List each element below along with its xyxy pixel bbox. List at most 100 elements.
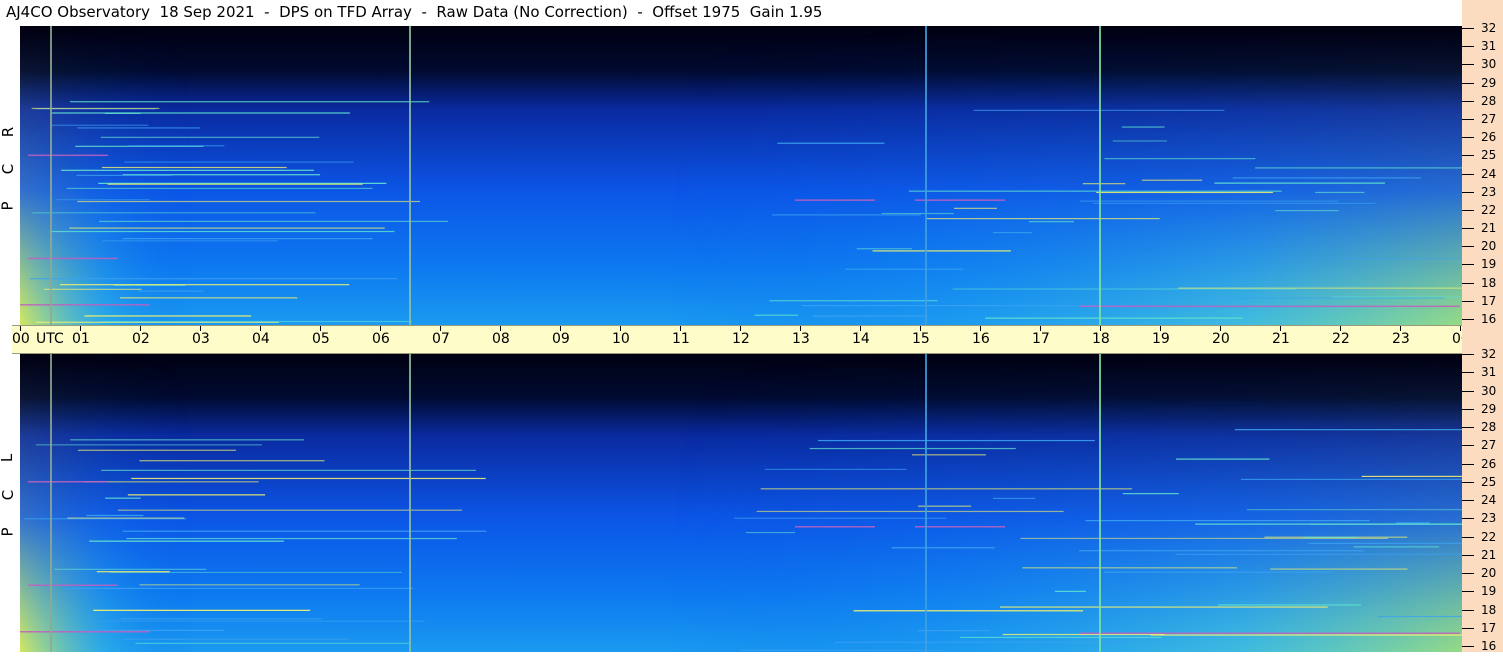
interference-line <box>754 314 799 316</box>
strong-signal-line <box>915 199 1005 201</box>
interference-line <box>817 439 1095 442</box>
time-tick-mark <box>1460 326 1461 331</box>
interference-line <box>1002 633 1166 636</box>
strong-signal-line <box>1080 305 1460 308</box>
interference-line <box>61 169 314 171</box>
freq-tick-mark <box>1462 536 1474 538</box>
interference-line <box>35 444 263 446</box>
time-tick-mark <box>920 326 921 331</box>
freq-tick-label: 25 <box>1481 474 1497 489</box>
time-tick-label: 12 <box>732 331 750 347</box>
freq-tick-label: 28 <box>1481 93 1497 108</box>
interference-line <box>1353 546 1440 548</box>
time-tick-mark <box>680 326 681 331</box>
interference-line <box>1079 200 1340 202</box>
freq-tick-mark <box>1462 554 1474 556</box>
freq-tick-label: 24 <box>1481 493 1497 507</box>
interference-line <box>760 488 1133 490</box>
freq-tick-label: 21 <box>1481 547 1497 562</box>
interference-line <box>1175 553 1462 555</box>
time-tick-mark <box>740 326 741 331</box>
freq-tick-label: 26 <box>1481 456 1497 471</box>
interference-line <box>741 649 944 652</box>
interference-line <box>1082 183 1126 185</box>
interference-line <box>77 200 420 203</box>
freq-tick-label: 23 <box>1481 511 1497 526</box>
interference-line <box>120 297 298 299</box>
polarization-letter: P <box>0 201 17 211</box>
freq-tick-label: 27 <box>1481 111 1497 126</box>
interference-line <box>89 540 284 542</box>
interference-line <box>101 320 412 323</box>
interference-line <box>973 109 1225 111</box>
interference-line <box>777 142 885 144</box>
time-tick-label: 15 <box>912 331 930 347</box>
time-tick-mark <box>560 326 561 331</box>
vertical-interference-line <box>1099 352 1101 652</box>
interference-line <box>1122 493 1179 495</box>
freq-tick-mark <box>1462 28 1474 29</box>
interference-line <box>1028 221 1075 223</box>
freq-tick-mark <box>1462 354 1474 355</box>
interference-line <box>76 174 173 176</box>
interference-line <box>60 284 350 286</box>
freq-tick-mark <box>1462 228 1474 230</box>
freq-tick-mark <box>1462 64 1474 66</box>
freq-tick-label: 21 <box>1481 221 1497 236</box>
interference-line <box>1000 606 1328 608</box>
interference-line <box>960 636 1162 639</box>
interference-line <box>127 145 225 147</box>
interference-line <box>126 537 457 540</box>
time-axis: 00 UTC 01 02 03 04 05 06 07 08 09 10 11 12 13 14 15 16 17 1… <box>12 325 1502 354</box>
interference-line <box>912 454 986 456</box>
freq-tick-label: 18 <box>1481 275 1497 290</box>
interference-line <box>96 571 170 573</box>
polarization-letter: C <box>0 163 18 175</box>
interference-line <box>1395 522 1430 524</box>
time-tick-mark <box>800 326 801 331</box>
freq-tick-label: 32 <box>1481 347 1497 361</box>
interference-line <box>30 278 398 280</box>
interference-line <box>101 469 477 471</box>
interference-line <box>1218 604 1361 606</box>
interference-line <box>54 568 207 570</box>
freq-tick-mark <box>1462 646 1474 647</box>
time-tick-mark <box>20 326 21 331</box>
interference-line <box>1020 537 1388 540</box>
time-tick-label: 13 <box>792 331 810 347</box>
interference-line <box>1377 615 1462 618</box>
interference-line <box>1308 542 1462 544</box>
vertical-interference-line <box>409 26 411 325</box>
interference-line <box>100 136 320 138</box>
interference-line <box>1112 140 1167 142</box>
interference-line <box>812 315 929 317</box>
interference-line <box>1361 475 1462 478</box>
time-tick-label: 08 <box>492 331 510 347</box>
interference-line <box>1054 590 1086 592</box>
interference-line <box>926 218 1160 220</box>
freq-tick-mark <box>1462 246 1474 248</box>
interference-line <box>43 288 142 290</box>
freq-tick-label: 26 <box>1481 130 1497 145</box>
freq-tick-mark <box>1462 209 1474 211</box>
freq-tick-label: 27 <box>1481 438 1497 453</box>
freq-tick-label: 19 <box>1481 584 1497 599</box>
polarization-letter: R <box>0 126 18 138</box>
interference-line <box>953 207 997 209</box>
polarization-letter: P <box>0 527 17 537</box>
interference-line <box>1092 202 1376 204</box>
polarization-letter: L <box>0 454 16 462</box>
freq-tick-label: 22 <box>1481 202 1497 217</box>
interference-line <box>86 514 144 517</box>
interference-line <box>139 584 360 586</box>
interference-line <box>771 214 921 216</box>
interference-line <box>1234 429 1462 431</box>
interference-line <box>1315 191 1365 194</box>
interference-line <box>853 610 1084 612</box>
freq-tick-mark <box>1462 372 1474 374</box>
interference-line <box>102 240 279 242</box>
interference-line <box>139 460 325 462</box>
interference-line <box>32 212 316 214</box>
time-tick-label: 21 <box>1272 331 1290 347</box>
freq-tick-mark <box>1462 408 1474 410</box>
